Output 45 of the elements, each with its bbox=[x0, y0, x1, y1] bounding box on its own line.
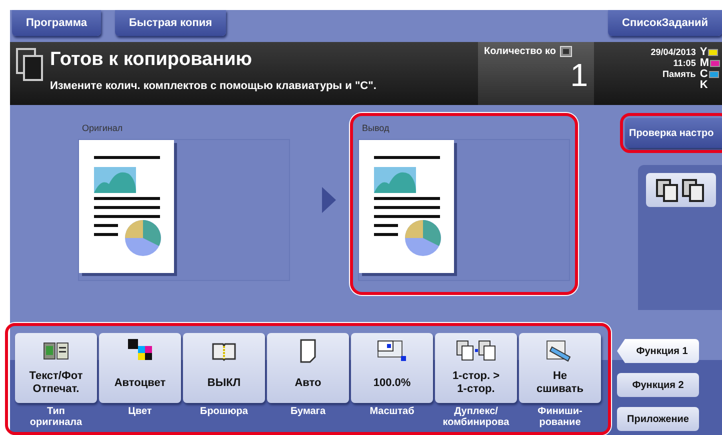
status-title: Готов к копированию bbox=[50, 48, 253, 72]
time-text: 11:05 bbox=[673, 58, 696, 69]
function-key[interactable]: 100.0% bbox=[351, 333, 433, 403]
status-message: Измените колич. комплектов с помощью клавиатуры и "С". bbox=[50, 79, 376, 93]
copy-count-value: 1 bbox=[569, 57, 588, 93]
color-squares-icon bbox=[127, 339, 153, 363]
copy-mode-button[interactable] bbox=[646, 173, 716, 207]
function-key-caption: Цвет bbox=[128, 406, 152, 417]
preview-label: Оригинал bbox=[82, 123, 124, 133]
toner-letter: Y bbox=[700, 47, 708, 58]
function-key-caption: Дуплекс/ комбинирова bbox=[442, 406, 510, 428]
function-key[interactable]: Не сшивать bbox=[519, 333, 601, 403]
keypad-icon bbox=[560, 46, 572, 57]
function-key[interactable]: 1-стор. > 1-стор. bbox=[435, 333, 517, 403]
copy-pages-icon bbox=[16, 48, 44, 82]
preview-label: Вывод bbox=[362, 123, 390, 133]
two-copies-icon bbox=[655, 178, 707, 202]
function-tab[interactable]: Функция 2 bbox=[617, 373, 699, 397]
arrow-right-icon bbox=[322, 187, 336, 213]
function-tab[interactable]: Приложение bbox=[617, 407, 699, 431]
function-key-caption: Бумага bbox=[290, 406, 326, 417]
toner-letter: M bbox=[700, 58, 709, 69]
quick-copy-button[interactable]: Быстрая копия bbox=[115, 10, 226, 36]
function-key[interactable]: Текст/Фот Отпечат. bbox=[15, 333, 97, 403]
function-key[interactable]: Автоцвет bbox=[99, 333, 181, 403]
memory-label: Память bbox=[662, 69, 696, 80]
duplex-pages-icon bbox=[456, 340, 496, 362]
open-book-icon bbox=[43, 341, 69, 361]
booklet-icon bbox=[211, 341, 237, 361]
function-key-caption: Финиши- рование bbox=[538, 406, 582, 428]
date-text: 29/04/2013 bbox=[650, 47, 696, 58]
function-key[interactable]: ВЫКЛ bbox=[183, 333, 265, 403]
function-tab[interactable]: Функция 1 bbox=[617, 339, 699, 363]
function-key-caption: Тип оригинала bbox=[30, 406, 82, 428]
function-key-caption: Брошюра bbox=[200, 406, 248, 417]
copy-count-label: Количество ко bbox=[484, 46, 556, 57]
paper-sheet-icon bbox=[299, 339, 317, 363]
job-list-button[interactable]: СписокЗаданий bbox=[608, 10, 722, 36]
toner-letter: K bbox=[700, 80, 708, 91]
toner-letter: C bbox=[700, 69, 708, 80]
function-key-caption: Масштаб bbox=[370, 406, 414, 417]
check-settings-button[interactable]: Проверка настро bbox=[625, 118, 722, 148]
program-button[interactable]: Программа bbox=[12, 10, 102, 36]
function-key[interactable]: Авто bbox=[267, 333, 349, 403]
zoom-icon bbox=[377, 340, 407, 362]
